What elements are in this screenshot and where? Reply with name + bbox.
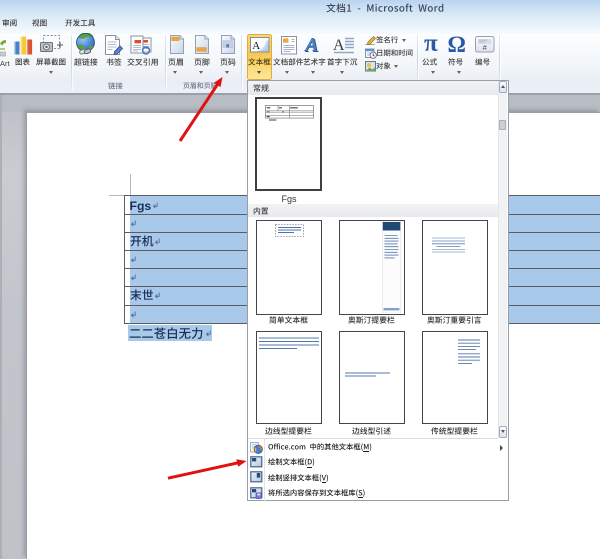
- svg-text:A: A: [252, 39, 260, 51]
- svg-text:A: A: [333, 37, 345, 54]
